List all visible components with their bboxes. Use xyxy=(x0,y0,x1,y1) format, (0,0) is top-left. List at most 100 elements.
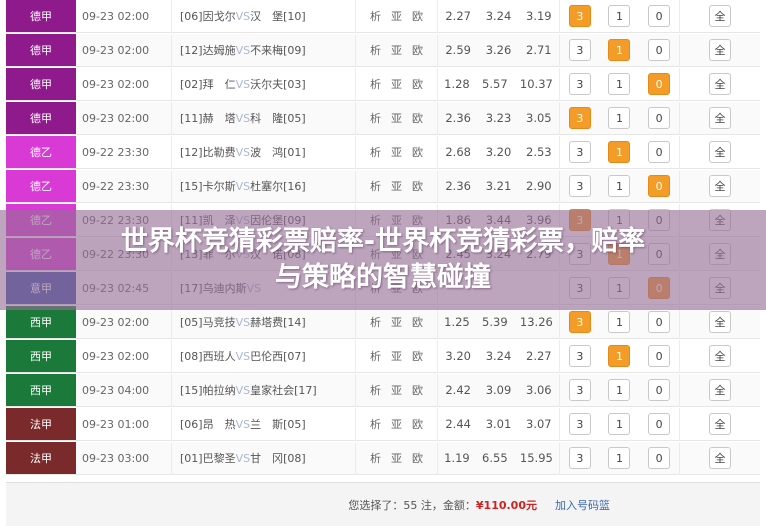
pick-win-button[interactable]: 3 xyxy=(568,413,591,435)
analysis-link[interactable]: 析 xyxy=(370,382,381,398)
asian-odds-link[interactable]: 亚 xyxy=(391,144,402,160)
pick-loss-button[interactable]: 0 xyxy=(648,39,671,61)
europe-odds-link[interactable]: 欧 xyxy=(412,8,423,24)
add-to-basket-link[interactable]: 加入号码篮 xyxy=(555,497,610,513)
home-team[interactable]: [15]帕拉纳 xyxy=(180,384,236,397)
pick-loss-button[interactable]: 0 xyxy=(648,447,671,469)
europe-odds-link[interactable]: 欧 xyxy=(412,450,423,466)
pick-win-button[interactable]: 3 xyxy=(568,73,591,95)
asian-odds-link[interactable]: 亚 xyxy=(391,382,402,398)
select-all-button[interactable]: 全 xyxy=(709,345,731,367)
asian-odds-link[interactable]: 亚 xyxy=(391,450,402,466)
europe-odds-link[interactable]: 欧 xyxy=(412,382,423,398)
away-team[interactable]: 波 鸿[01] xyxy=(250,146,306,159)
pick-loss-button[interactable]: 0 xyxy=(648,379,671,401)
select-all-button[interactable]: 全 xyxy=(709,413,731,435)
away-team[interactable]: 皇家社会[17] xyxy=(250,384,317,397)
away-team[interactable]: 杜塞尔[16] xyxy=(250,180,306,193)
away-team[interactable]: 不来梅[09] xyxy=(250,44,306,57)
select-all-button[interactable]: 全 xyxy=(709,379,731,401)
select-all-button[interactable]: 全 xyxy=(709,5,731,27)
pick-draw-button[interactable]: 1 xyxy=(608,447,631,469)
pick-loss-button[interactable]: 0 xyxy=(648,107,671,129)
select-all-button[interactable]: 全 xyxy=(709,311,731,333)
analysis-link[interactable]: 析 xyxy=(370,178,381,194)
match-teams[interactable]: [12]达姆施VS不来梅[09] xyxy=(172,33,356,67)
pick-loss-button[interactable]: 0 xyxy=(648,141,671,163)
analysis-link[interactable]: 析 xyxy=(370,348,381,364)
away-team[interactable]: 赫塔费[14] xyxy=(250,316,306,329)
away-team[interactable]: 汉 堡[10] xyxy=(250,10,306,23)
away-team[interactable]: 科 隆[05] xyxy=(250,112,306,125)
home-team[interactable]: [02]拜 仁 xyxy=(180,78,236,91)
match-teams[interactable]: [15]帕拉纳VS皇家社会[17] xyxy=(172,373,356,407)
match-teams[interactable]: [06]昂 热VS兰 斯[05] xyxy=(172,407,356,441)
select-all-button[interactable]: 全 xyxy=(709,73,731,95)
pick-win-button[interactable]: 3 xyxy=(568,39,591,61)
select-all-button[interactable]: 全 xyxy=(709,175,731,197)
pick-draw-button[interactable]: 1 xyxy=(608,5,631,27)
select-all-button[interactable]: 全 xyxy=(709,447,731,469)
analysis-link[interactable]: 析 xyxy=(370,8,381,24)
away-team[interactable]: 巴伦西[07] xyxy=(250,350,306,363)
pick-loss-button[interactable]: 0 xyxy=(648,413,671,435)
analysis-link[interactable]: 析 xyxy=(370,110,381,126)
europe-odds-link[interactable]: 欧 xyxy=(412,178,423,194)
analysis-link[interactable]: 析 xyxy=(370,416,381,432)
asian-odds-link[interactable]: 亚 xyxy=(391,348,402,364)
home-team[interactable]: [06]昂 热 xyxy=(180,418,236,431)
pick-draw-button[interactable]: 1 xyxy=(608,107,631,129)
asian-odds-link[interactable]: 亚 xyxy=(391,110,402,126)
pick-loss-button[interactable]: 0 xyxy=(648,5,671,27)
pick-draw-button[interactable]: 1 xyxy=(608,379,631,401)
home-team[interactable]: [05]马竞技 xyxy=(180,316,236,329)
home-team[interactable]: [15]卡尔斯 xyxy=(180,180,236,193)
away-team[interactable]: 兰 斯[05] xyxy=(250,418,306,431)
match-teams[interactable]: [06]因戈尔VS汉 堡[10] xyxy=(172,0,356,33)
pick-win-button[interactable]: 3 xyxy=(568,107,591,129)
pick-draw-button[interactable]: 1 xyxy=(608,73,631,95)
pick-win-button[interactable]: 3 xyxy=(568,141,591,163)
europe-odds-link[interactable]: 欧 xyxy=(412,416,423,432)
match-teams[interactable]: [05]马竞技VS赫塔费[14] xyxy=(172,305,356,339)
analysis-link[interactable]: 析 xyxy=(370,450,381,466)
match-teams[interactable]: [02]拜 仁VS沃尔夫[03] xyxy=(172,67,356,101)
pick-loss-button[interactable]: 0 xyxy=(648,175,671,197)
pick-draw-button[interactable]: 1 xyxy=(608,39,631,61)
home-team[interactable]: [12]比勒费 xyxy=(180,146,236,159)
home-team[interactable]: [06]因戈尔 xyxy=(180,10,236,23)
pick-draw-button[interactable]: 1 xyxy=(608,311,631,333)
home-team[interactable]: [08]西班人 xyxy=(180,350,236,363)
select-all-button[interactable]: 全 xyxy=(709,141,731,163)
home-team[interactable]: [12]达姆施 xyxy=(180,44,236,57)
pick-draw-button[interactable]: 1 xyxy=(608,141,631,163)
pick-win-button[interactable]: 3 xyxy=(568,447,591,469)
europe-odds-link[interactable]: 欧 xyxy=(412,144,423,160)
europe-odds-link[interactable]: 欧 xyxy=(412,110,423,126)
pick-win-button[interactable]: 3 xyxy=(568,5,591,27)
asian-odds-link[interactable]: 亚 xyxy=(391,8,402,24)
match-teams[interactable]: [01]巴黎圣VS甘 冈[08] xyxy=(172,441,356,475)
pick-loss-button[interactable]: 0 xyxy=(648,73,671,95)
europe-odds-link[interactable]: 欧 xyxy=(412,76,423,92)
asian-odds-link[interactable]: 亚 xyxy=(391,178,402,194)
analysis-link[interactable]: 析 xyxy=(370,42,381,58)
pick-draw-button[interactable]: 1 xyxy=(608,175,631,197)
analysis-link[interactable]: 析 xyxy=(370,76,381,92)
pick-win-button[interactable]: 3 xyxy=(568,175,591,197)
away-team[interactable]: 甘 冈[08] xyxy=(250,452,306,465)
europe-odds-link[interactable]: 欧 xyxy=(412,348,423,364)
pick-loss-button[interactable]: 0 xyxy=(648,345,671,367)
asian-odds-link[interactable]: 亚 xyxy=(391,76,402,92)
analysis-link[interactable]: 析 xyxy=(370,314,381,330)
pick-win-button[interactable]: 3 xyxy=(568,311,591,333)
match-teams[interactable]: [15]卡尔斯VS杜塞尔[16] xyxy=(172,169,356,203)
match-teams[interactable]: [12]比勒费VS波 鸿[01] xyxy=(172,135,356,169)
europe-odds-link[interactable]: 欧 xyxy=(412,42,423,58)
asian-odds-link[interactable]: 亚 xyxy=(391,416,402,432)
analysis-link[interactable]: 析 xyxy=(370,144,381,160)
select-all-button[interactable]: 全 xyxy=(709,39,731,61)
home-team[interactable]: [01]巴黎圣 xyxy=(180,452,236,465)
pick-draw-button[interactable]: 1 xyxy=(608,413,631,435)
europe-odds-link[interactable]: 欧 xyxy=(412,314,423,330)
